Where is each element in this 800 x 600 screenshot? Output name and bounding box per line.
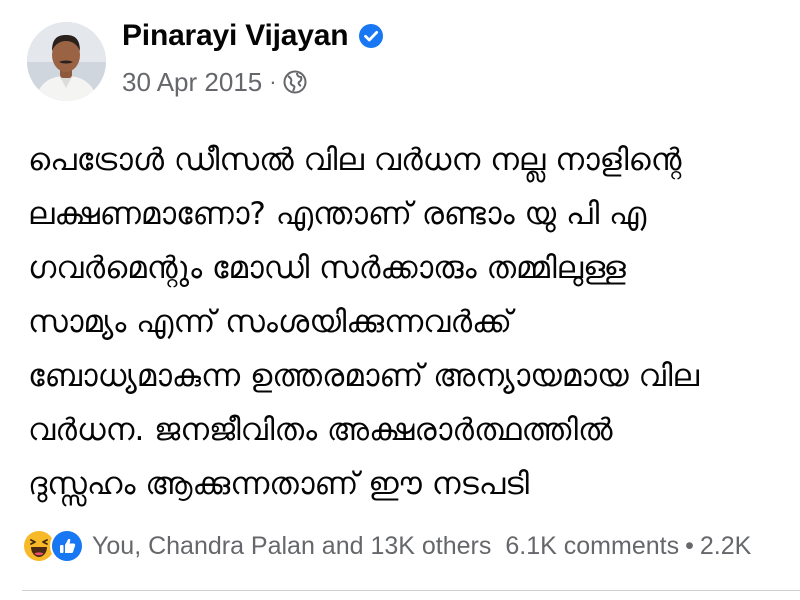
like-icon bbox=[50, 529, 84, 563]
comments-count[interactable]: 6.1K comments bbox=[505, 532, 679, 561]
post-text: പെട്രോൾ ഡീസൽ വില വർധന നല്ല നാളിന്റെ ലക്ഷ… bbox=[28, 133, 788, 511]
author-name[interactable]: Pinarayi Vijayan bbox=[122, 19, 349, 53]
post-date[interactable]: 30 Apr 2015 bbox=[122, 67, 262, 98]
post-text-line: ബോധ്യമാകുന്ന ഉത്തരമാണ് അന്യായമായ വില bbox=[28, 358, 699, 394]
facebook-post: Pinarayi Vijayan 30 Apr 2015 · പെട്രോൾ ഡ… bbox=[0, 0, 800, 600]
post-meta: 30 Apr 2015 · bbox=[122, 65, 307, 99]
author-row: Pinarayi Vijayan bbox=[122, 16, 384, 56]
reaction-icons[interactable] bbox=[22, 529, 84, 563]
verified-badge-icon bbox=[358, 23, 384, 49]
reaction-names[interactable]: You, Chandra Palan and 13K others bbox=[92, 532, 491, 561]
post-text-line: ഗവർമെന്റും മോഡി സർക്കാരും തമ്മിലുള്ള bbox=[28, 250, 626, 286]
avatar[interactable] bbox=[27, 22, 106, 101]
globe-icon[interactable] bbox=[283, 70, 307, 94]
post-text-line: വർധന. ജനജീവിതം അക്ഷരാർത്ഥത്തിൽ bbox=[28, 412, 613, 448]
meta-separator: · bbox=[269, 69, 277, 94]
post-footer: You, Chandra Palan and 13K others 6.1K c… bbox=[22, 526, 800, 566]
post-text-line: ലക്ഷണമാണോ? എന്താണ് രണ്ടാം യു പി എ bbox=[28, 196, 647, 232]
post-text-line: പെട്രോൾ ഡീസൽ വില വർധന നല്ല നാളിന്റെ bbox=[28, 142, 682, 178]
footer-separator: • bbox=[685, 531, 694, 560]
divider bbox=[22, 590, 800, 591]
profile-photo bbox=[27, 22, 106, 101]
shares-count[interactable]: 2.2K bbox=[700, 532, 751, 561]
post-text-line: ദുസ്സഹം ആക്കുന്നതാണ് ഈ നടപടി bbox=[28, 466, 530, 502]
post-text-line: സാമ്യം എന്ന് സംശയിക്കുന്നവർക്ക് bbox=[28, 304, 512, 340]
